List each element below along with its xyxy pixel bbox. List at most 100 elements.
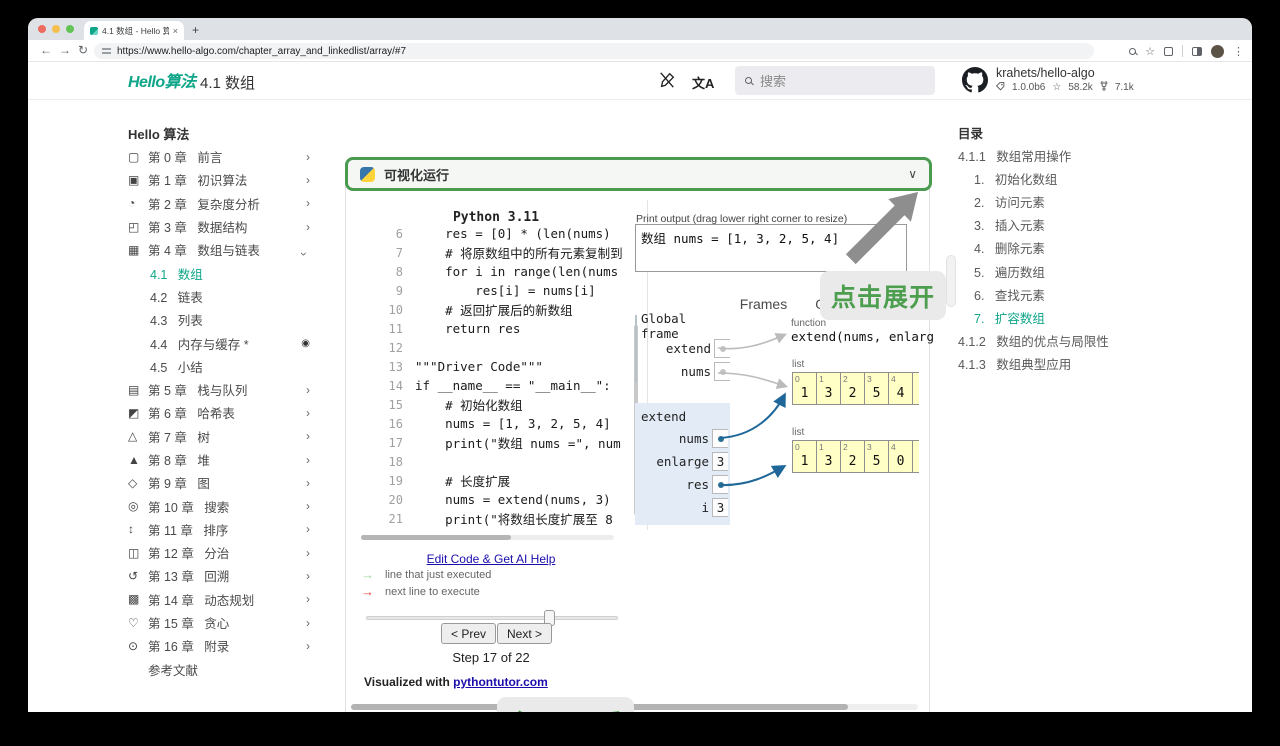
toc-item[interactable]: 6. 查找元素 (958, 283, 1133, 306)
sidebar-item[interactable]: ⊙ 第 16 章 附录 › (128, 634, 310, 657)
summary-label: 可视化运行 (384, 167, 450, 183)
sidebar-item[interactable]: 4.3 列表 (128, 308, 310, 331)
url-bar[interactable]: https://www.hello-algo.com/chapter_array… (94, 43, 1094, 59)
toc-item-label: 4. 删除元素 (974, 242, 1045, 257)
profile-avatar[interactable] (1211, 44, 1224, 58)
chapter-icon: ⊙ (128, 638, 139, 653)
next-button[interactable]: Next > (497, 623, 553, 644)
code-editor: 6 res = [0] * (len(nums) 7 # 将原数组中的所有元素复… (361, 224, 637, 528)
sidebar-item[interactable]: ▦ 第 4 章 数组与链表 › (128, 238, 311, 261)
chevron-icon: › (306, 615, 310, 630)
sidebar-item[interactable]: ▲ 第 8 章 堆 › (128, 448, 310, 471)
slider-track[interactable] (366, 616, 618, 620)
chapter-icon: ▩ (128, 592, 140, 607)
sidebar-item[interactable]: ◇ 第 9 章 图 › (128, 471, 310, 494)
collapse-chevron-icon[interactable]: ∨ (908, 167, 917, 181)
site-logo[interactable]: Hello算法 (128, 68, 196, 92)
code-text: nums = extend(nums, 3) (415, 492, 611, 507)
pen-slash-icon[interactable] (658, 71, 676, 94)
sidebar-item[interactable]: ↕ 第 11 章 排序 › (128, 518, 310, 541)
toc-item[interactable]: 3. 插入元素 (958, 213, 1133, 236)
chevron-icon: › (306, 149, 310, 164)
sidebar-item[interactable]: ◫ 第 12 章 分治 › (128, 541, 310, 564)
code-text: print("数组 nums =", num (415, 436, 621, 451)
chevron-icon: › (306, 219, 310, 234)
sidebar-item[interactable]: ◎ 第 10 章 搜索 › (128, 494, 310, 517)
chapter-icon: ▣ (128, 172, 140, 187)
line-number: 10 (388, 302, 403, 317)
translate-icon[interactable]: 文A (692, 73, 714, 92)
toc-item[interactable]: 5. 遍历数组 (958, 259, 1133, 282)
sidebar-item[interactable]: ▢ 第 0 章 前言 › (128, 145, 310, 168)
prev-button[interactable]: < Prev (441, 623, 497, 644)
sidebar-item[interactable]: 4.2 链表 (128, 285, 310, 308)
bookmark-star-icon[interactable]: ☆ (1145, 45, 1155, 58)
toc-item-label: 5. 遍历数组 (974, 265, 1045, 280)
sidebar-item[interactable]: ↺ 第 13 章 回溯 › (128, 564, 310, 587)
extensions-icon[interactable] (1164, 46, 1173, 56)
code-horizontal-scrollbar[interactable] (361, 535, 614, 540)
sidebar-item-label: 第 10 章 搜索 (148, 500, 230, 515)
sidebar-item[interactable]: ◰ 第 3 章 数据结构 › (128, 215, 310, 238)
code-text: res = [0] * (len(nums) (415, 226, 611, 241)
sidebar-item[interactable]: ◔ 第 2 章 复杂度分析 › (128, 192, 310, 215)
sidebar-item[interactable]: ♡ 第 15 章 贪心 › (128, 611, 310, 634)
sidebar-item[interactable]: 4.1 数组 (128, 261, 310, 284)
forward-icon[interactable]: → (59, 43, 71, 57)
sidebar-item[interactable]: ▩ 第 14 章 动态规划 › (128, 588, 310, 611)
site-info-icon[interactable] (102, 47, 111, 55)
github-repo-link[interactable]: krahets/hello-algo 1.0.0b6 ☆ 58.2k 7.1k (962, 66, 1134, 93)
side-panel-icon[interactable] (1192, 46, 1202, 56)
sidebar-title: Hello 算法 (128, 127, 190, 142)
chevron-icon: › (306, 405, 310, 420)
code-text: if __name__ == "__main__": (415, 378, 611, 393)
zoom-icon[interactable] (1129, 47, 1137, 55)
search-placeholder: 搜索 (760, 74, 787, 89)
browser-window: 4.1 数组 - Hello 算法 × + ← → ↻ https://www.… (28, 18, 1252, 712)
new-tab-button[interactable]: + (192, 23, 199, 37)
annotation-expand-label: 点击展开 (820, 271, 946, 320)
chapter-icon: ◰ (128, 219, 140, 234)
search-input[interactable]: 搜索 (735, 66, 935, 95)
minimize-window-button[interactable] (52, 25, 60, 33)
toc-item[interactable]: 4.1.3 数组典型应用 (958, 352, 1133, 375)
sidebar-item[interactable]: 4.5 小结 (128, 355, 310, 378)
sidebar-item[interactable]: △ 第 7 章 树 › (128, 425, 310, 448)
line-number: 9 (395, 283, 403, 298)
code-line: 20 nums = extend(nums, 3) (361, 490, 637, 509)
sidebar-item[interactable]: 4.4 内存与缓存 * ◉ (128, 331, 310, 354)
sidebar-item[interactable]: ▣ 第 1 章 初识算法 › (128, 168, 310, 191)
chevron-icon: › (306, 475, 310, 490)
sidebar-item[interactable]: 参考文献 (128, 658, 310, 681)
toc-item[interactable]: 7. 扩容数组 (958, 306, 1133, 329)
page-title: 4.1 数组 (200, 75, 256, 92)
code-text: for i in range(len(nums (415, 264, 619, 279)
toc-item-label: 2. 访问元素 (974, 196, 1045, 211)
tab-close-icon[interactable]: × (173, 26, 178, 36)
toc-item[interactable]: 4.1.1 数组常用操作 (958, 144, 1133, 167)
reload-icon[interactable]: ↻ (78, 43, 88, 57)
content-scrollbar-thumb[interactable] (946, 255, 956, 307)
toc-item[interactable]: 1. 初始化数组 (958, 167, 1133, 190)
close-window-button[interactable] (38, 25, 46, 33)
line-number: 15 (388, 397, 403, 412)
legend-text: next line to execute (385, 585, 480, 598)
chevron-icon: › (306, 172, 310, 187)
line-number: 19 (388, 473, 403, 488)
sidebar-item[interactable]: ◩ 第 6 章 哈希表 › (128, 401, 310, 424)
annotation-arrow-left-icon (420, 710, 494, 712)
menu-icon[interactable]: ⋮ (1233, 45, 1244, 58)
sidebar-item[interactable]: ▤ 第 5 章 栈与队列 › (128, 378, 310, 401)
toc-item[interactable]: 4. 删除元素 (958, 236, 1133, 259)
browser-tab[interactable]: 4.1 数组 - Hello 算法 × (84, 21, 184, 40)
fullscreen-window-button[interactable] (66, 25, 74, 33)
sidebar-item-label: 4.4 内存与缓存 * (150, 337, 249, 352)
sidebar-item-label: 第 7 章 树 (148, 430, 210, 445)
pythontutor-link[interactable]: pythontutor.com (453, 675, 548, 689)
back-icon[interactable]: ← (40, 43, 52, 57)
edit-code-link[interactable]: Edit Code & Get AI Help (351, 552, 631, 566)
code-text: # 初始化数组 (415, 398, 523, 413)
toc-item[interactable]: 2. 访问元素 (958, 190, 1133, 213)
toc-item[interactable]: 4.1.2 数组的优点与局限性 (958, 329, 1133, 352)
code-line: 21 print("将数组长度扩展至 8 (361, 509, 637, 528)
